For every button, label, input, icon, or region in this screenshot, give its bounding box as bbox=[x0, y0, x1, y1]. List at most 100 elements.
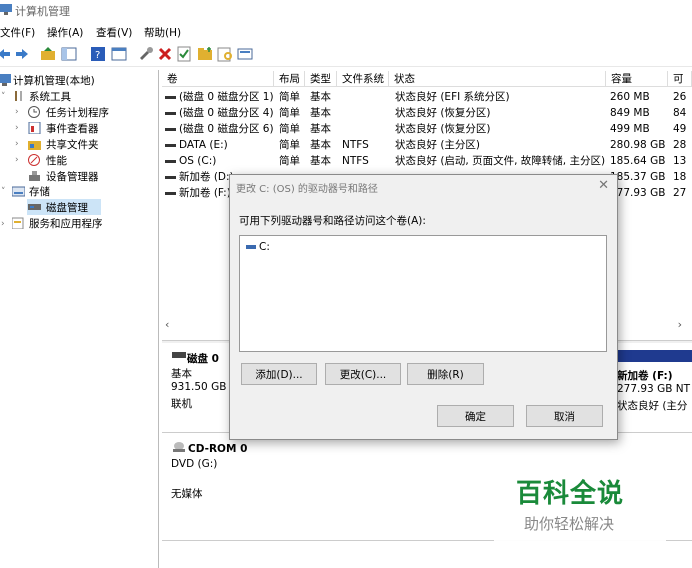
volume-layout: 简单 bbox=[279, 91, 300, 103]
column-header-volume[interactable]: 卷 bbox=[162, 71, 274, 87]
column-header-status[interactable]: 状态 bbox=[389, 71, 606, 87]
scroll-left-icon[interactable]: ‹ bbox=[165, 318, 169, 331]
chevron-down-icon[interactable]: ˅ bbox=[1, 92, 6, 102]
partition-f-name: 新加卷 (F:) bbox=[617, 370, 673, 382]
tree-label: 共享文件夹 bbox=[46, 139, 99, 151]
ok-button[interactable]: 确定 bbox=[437, 405, 514, 427]
chevron-right-icon[interactable]: › bbox=[15, 107, 19, 117]
list-item[interactable]: C: bbox=[246, 241, 270, 255]
volume-name: 新加卷 (F:) bbox=[165, 185, 231, 201]
performance-icon bbox=[28, 154, 40, 166]
drive-path-list[interactable]: C: bbox=[239, 235, 607, 352]
cdrom-drive: DVD (G:) bbox=[171, 458, 218, 470]
show-tree-icon[interactable] bbox=[61, 46, 77, 62]
device-manager-icon bbox=[29, 171, 40, 181]
menu-action[interactable]: 操作(A) bbox=[47, 25, 83, 40]
volume-type: 基本 bbox=[310, 123, 331, 135]
menu-view[interactable]: 查看(V) bbox=[96, 25, 132, 40]
volume-table-header: 卷 布局 类型 文件系统 状态 容量 可 bbox=[162, 71, 692, 88]
computer-management-icon bbox=[0, 74, 11, 86]
remove-button[interactable]: 删除(R) bbox=[407, 363, 484, 385]
table-row[interactable]: (磁盘 0 磁盘分区 4) 简单 基本 状态良好 (恢复分区) 849 MB 8… bbox=[162, 105, 692, 121]
toolbar: ? bbox=[0, 42, 692, 67]
volume-capacity: 277.93 GB bbox=[610, 187, 666, 199]
window-title: 计算机管理 bbox=[15, 5, 70, 18]
partition-f-block[interactable]: 新加卷 (F:) 277.93 GB NT 状态良好 (主分 bbox=[617, 364, 692, 420]
volume-type: 基本 bbox=[310, 155, 331, 167]
add-button[interactable]: 添加(D)... bbox=[241, 363, 317, 385]
tree-label: 事件查看器 bbox=[46, 123, 99, 135]
chevron-right-icon[interactable]: › bbox=[15, 123, 19, 133]
connect-icon[interactable] bbox=[138, 46, 154, 62]
volume-capacity: 499 MB bbox=[610, 123, 650, 135]
check-icon[interactable] bbox=[176, 46, 192, 62]
volume-status: 状态良好 (EFI 系统分区) bbox=[395, 91, 510, 103]
volume-layout: 简单 bbox=[279, 107, 300, 119]
tree-label: 性能 bbox=[46, 155, 67, 167]
column-header-layout[interactable]: 布局 bbox=[274, 71, 305, 87]
partition-f-header bbox=[617, 350, 692, 362]
volume-free: 49 bbox=[673, 123, 687, 135]
storage-icon bbox=[12, 186, 25, 197]
table-row[interactable]: OS (C:) 简单 基本 NTFS 状态良好 (启动, 页面文件, 故障转储,… bbox=[162, 153, 692, 169]
volume-icon bbox=[165, 175, 176, 179]
navigation-tree: 计算机管理(本地) ˅ 系统工具 › 任务计划程序 › 事件查看器 › 共享文件… bbox=[0, 70, 156, 568]
disk-0-type: 基本 bbox=[171, 368, 192, 380]
chevron-down-icon[interactable]: ˅ bbox=[1, 187, 6, 197]
volume-icon bbox=[165, 127, 176, 131]
services-icon bbox=[12, 217, 24, 229]
delete-icon[interactable] bbox=[157, 46, 173, 62]
column-header-type[interactable]: 类型 bbox=[305, 71, 337, 87]
change-button[interactable]: 更改(C)... bbox=[325, 363, 401, 385]
forward-arrow-icon[interactable] bbox=[14, 46, 30, 62]
column-header-capacity[interactable]: 容量 bbox=[606, 71, 668, 87]
svg-text:?: ? bbox=[95, 50, 100, 61]
table-row[interactable]: (磁盘 0 磁盘分区 1) 简单 基本 状态良好 (EFI 系统分区) 260 … bbox=[162, 89, 692, 105]
chevron-right-icon[interactable]: › bbox=[15, 139, 19, 149]
back-arrow-icon[interactable] bbox=[0, 46, 12, 62]
tree-item-disk-management[interactable]: 磁盘管理 bbox=[27, 199, 101, 215]
volume-name: (磁盘 0 磁盘分区 1) bbox=[165, 89, 274, 105]
properties-icon[interactable] bbox=[111, 46, 127, 62]
menu-bar: 文件(F) 操作(A) 查看(V) 帮助(H) bbox=[0, 22, 692, 40]
volume-icon bbox=[165, 111, 176, 115]
volume-type: 基本 bbox=[310, 91, 331, 103]
volume-free: 84 bbox=[673, 107, 687, 119]
volume-status: 状态良好 (恢复分区) bbox=[395, 123, 491, 135]
tree-label: 磁盘管理 bbox=[46, 202, 88, 214]
chevron-right-icon[interactable]: › bbox=[1, 219, 5, 229]
dialog-title: 更改 C: (OS) 的驱动器号和路径 bbox=[236, 184, 378, 195]
scroll-right-icon[interactable]: › bbox=[678, 318, 682, 331]
column-header-filesystem[interactable]: 文件系统 bbox=[337, 71, 389, 87]
chevron-right-icon[interactable]: › bbox=[15, 155, 19, 165]
up-folder-icon[interactable] bbox=[40, 46, 56, 62]
table-row[interactable]: (磁盘 0 磁盘分区 6) 简单 基本 状态良好 (恢复分区) 499 MB 4… bbox=[162, 121, 692, 137]
table-row[interactable]: DATA (E:) 简单 基本 NTFS 状态良好 (主分区) 280.98 G… bbox=[162, 137, 692, 153]
title-bar: 计算机管理 bbox=[0, 0, 692, 20]
tree-label: 计算机管理(本地) bbox=[13, 75, 95, 87]
volume-capacity: 185.64 GB bbox=[610, 155, 666, 167]
tree-label: 服务和应用程序 bbox=[29, 218, 103, 230]
volume-layout: 简单 bbox=[279, 155, 300, 167]
tree-label: 任务计划程序 bbox=[46, 107, 109, 119]
menu-help[interactable]: 帮助(H) bbox=[144, 25, 181, 40]
column-header-free[interactable]: 可 bbox=[668, 71, 692, 87]
close-icon[interactable]: ✕ bbox=[598, 178, 609, 193]
volume-free: 27 bbox=[673, 187, 687, 199]
volume-name: DATA (E:) bbox=[165, 137, 228, 153]
cdrom-media: 无媒体 bbox=[171, 488, 203, 500]
help-icon[interactable]: ? bbox=[90, 46, 106, 62]
volume-icon bbox=[165, 143, 176, 147]
disk-0-state: 联机 bbox=[171, 398, 192, 410]
search-folder-icon[interactable] bbox=[217, 46, 233, 62]
menu-file[interactable]: 文件(F) bbox=[0, 25, 35, 40]
volume-filesystem: NTFS bbox=[342, 139, 369, 151]
view-icon[interactable] bbox=[237, 46, 253, 62]
tools-icon bbox=[15, 91, 22, 101]
cancel-button[interactable]: 取消 bbox=[526, 405, 603, 427]
volume-status: 状态良好 (主分区) bbox=[395, 139, 481, 151]
drive-icon bbox=[246, 245, 256, 249]
cdrom-icon bbox=[173, 442, 185, 452]
folder-icon[interactable] bbox=[197, 46, 213, 62]
watermark-subtitle: 助你轻松解决 bbox=[524, 515, 615, 533]
